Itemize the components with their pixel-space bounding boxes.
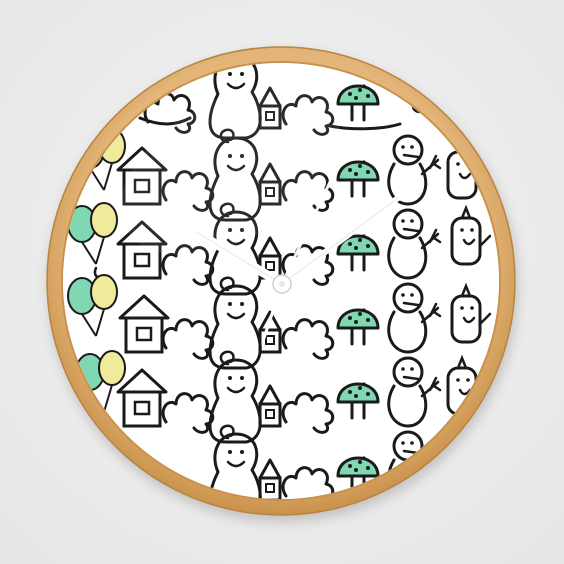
clock-illustration — [46, 46, 516, 516]
product-photo — [0, 0, 564, 564]
